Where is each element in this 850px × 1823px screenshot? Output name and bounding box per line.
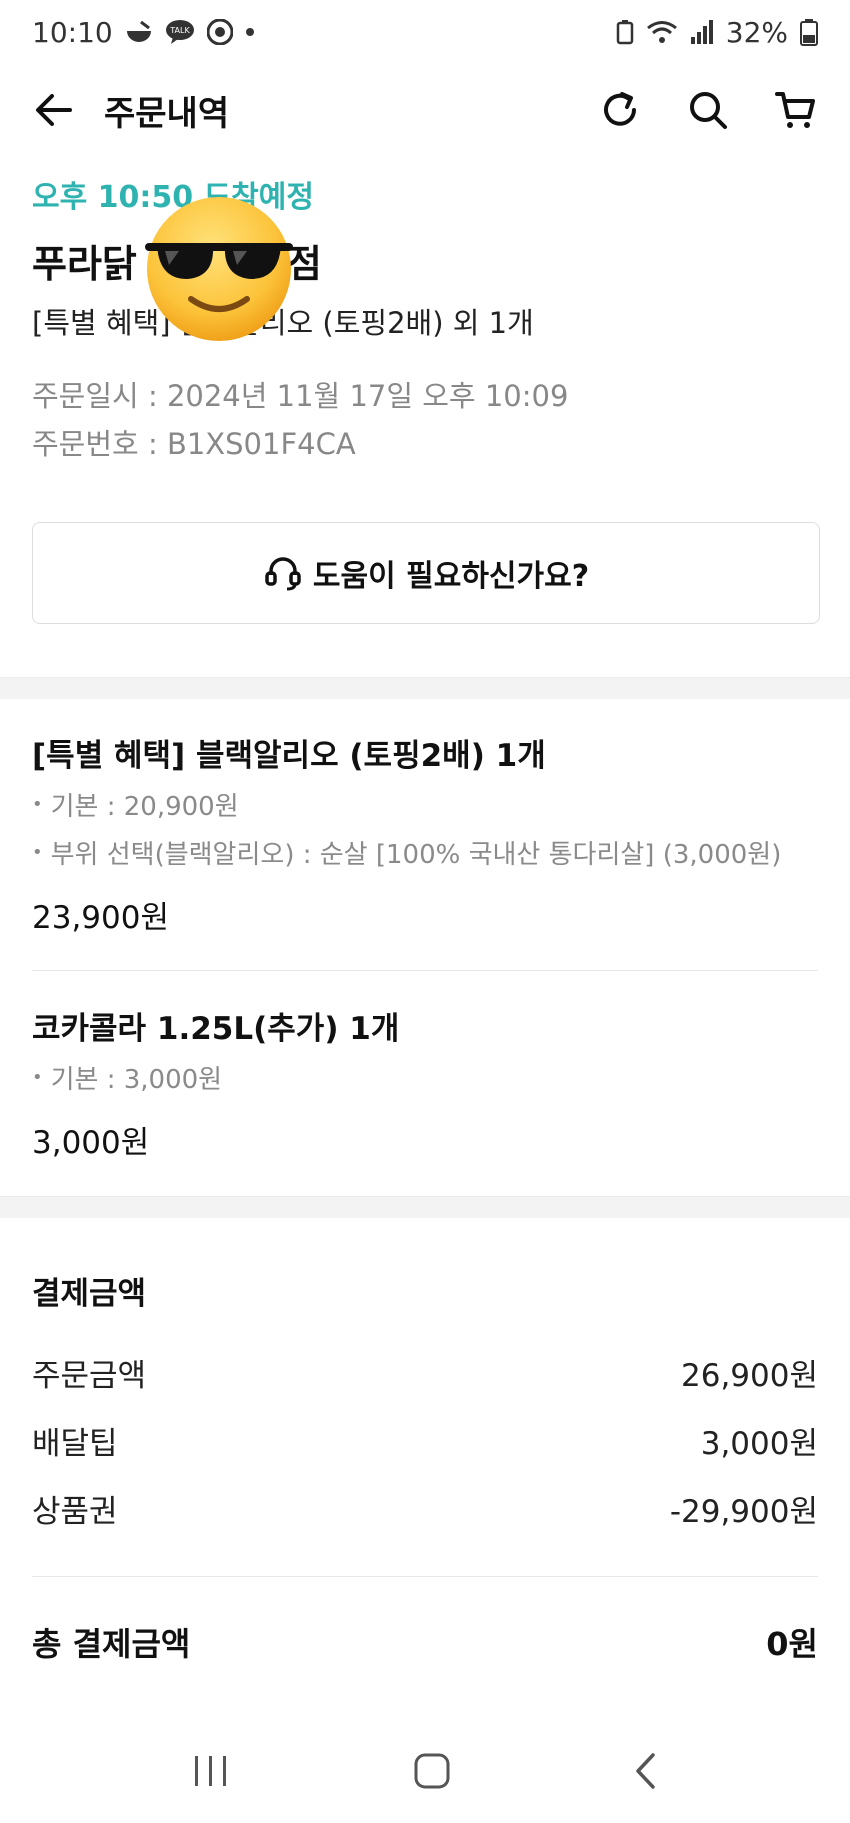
- cart-icon: [775, 92, 815, 128]
- order-time-row: 주문일시 : 2024년 11월 17일 오후 10:09: [32, 372, 818, 420]
- system-back-button[interactable]: [633, 1752, 659, 1794]
- item-name: [특별 혜택] 블랙알리오 (토핑2배) 1개: [32, 737, 546, 774]
- battery-saver-icon: [616, 19, 634, 45]
- battery-percent: 32%: [725, 15, 788, 49]
- home-button[interactable]: [413, 1752, 451, 1794]
- status-bar: 10:10 TALK 32%: [0, 0, 850, 64]
- refresh-button[interactable]: [596, 86, 644, 134]
- payment-row-label: 상품권: [32, 1493, 118, 1530]
- svg-text:TALK: TALK: [169, 26, 190, 35]
- item-option-text: 부위 선택(블랙알리오) : 순살 [100% 국내산 통다리살] (3,000…: [50, 839, 782, 870]
- order-number-row: 주문번호 : B1XS01F4CA: [32, 420, 818, 468]
- help-button-label: 도움이 필요하신가요?: [312, 559, 590, 594]
- item-option-text: 기본 : 20,900원: [50, 791, 239, 822]
- order-meta: 주문일시 : 2024년 11월 17일 오후 10:09 주문번호 : B1X…: [32, 372, 818, 468]
- payment-row-label: 배달팁: [32, 1425, 118, 1462]
- item-option: • 기본 : 20,900원: [32, 780, 818, 828]
- status-time: 10:10: [32, 15, 113, 49]
- bullet-icon: •: [32, 841, 43, 863]
- order-number-label: 주문번호 :: [32, 427, 167, 461]
- talk-notification-icon: TALK: [165, 19, 195, 45]
- order-item: 코카콜라 1.25L(추가) 1개 • 기본 : 3,000원 3,000원: [32, 1001, 818, 1163]
- chevron-left-icon: [636, 1753, 655, 1789]
- bullet-icon: •: [32, 1066, 43, 1088]
- back-button[interactable]: [30, 86, 78, 134]
- refresh-icon: [604, 92, 636, 126]
- app-bar-actions: [596, 86, 820, 134]
- wifi-icon: [646, 19, 678, 45]
- signal-icon: [690, 19, 714, 45]
- item-option: • 부위 선택(블랙알리오) : 순살 [100% 국내산 통다리살] (3,00…: [32, 828, 818, 876]
- payment-row-order-amount: 주문금액 26,900원: [32, 1338, 818, 1406]
- chrome-notification-icon: [206, 19, 233, 45]
- payment-separator: [32, 1576, 818, 1577]
- section-divider: [0, 677, 850, 699]
- order-number: B1XS01F4CA: [166, 427, 356, 461]
- payment-row-value: 3,000원: [700, 1425, 818, 1462]
- search-icon: [690, 92, 727, 129]
- payment-total: 총 결제금액 0원: [32, 1612, 818, 1672]
- total-value: 0원: [766, 1625, 818, 1663]
- recent-apps-button[interactable]: [191, 1754, 231, 1792]
- home-icon: [414, 1753, 450, 1789]
- payment-row-value: 26,900원: [681, 1357, 818, 1394]
- arrow-left-icon: [36, 94, 72, 126]
- cart-button[interactable]: [772, 86, 820, 134]
- item-option-text: 기본 : 3,000원: [50, 1064, 223, 1095]
- help-button[interactable]: 도움이 필요하신가요?: [32, 522, 820, 624]
- page-title: 주문내역: [104, 93, 230, 134]
- payment-row-delivery-tip: 배달팁 3,000원: [32, 1406, 818, 1474]
- order-item: [특별 혜택] 블랙알리오 (토핑2배) 1개 • 기본 : 20,900원 • 부…: [32, 728, 818, 938]
- payment-row-value: -29,900원: [669, 1493, 818, 1530]
- system-nav-bar: [0, 1723, 850, 1823]
- sunglasses-emoji-sticker: [145, 197, 293, 341]
- item-name: 코카콜라 1.25L(추가) 1개: [32, 1010, 400, 1047]
- store-name-start: 푸라닭: [32, 241, 137, 286]
- item-separator: [32, 970, 818, 971]
- item-price: 3,000원: [32, 1124, 150, 1161]
- item-price: 23,900원: [32, 899, 169, 936]
- order-time: 2024년 11월 17일 오후 10:09: [166, 379, 569, 413]
- total-label: 총 결제금액: [32, 1625, 191, 1663]
- item-option: • 기본 : 3,000원: [32, 1053, 818, 1101]
- recent-apps-icon: [195, 1756, 226, 1786]
- status-right: 32%: [616, 16, 818, 49]
- more-notifications-dot-icon: [245, 27, 255, 37]
- payment-row-gift-card: 상품권 -29,900원: [32, 1474, 818, 1542]
- status-left: 10:10 TALK: [32, 16, 255, 49]
- payment-section: 결제금액 주문금액 26,900원 배달팁 3,000원 상품권 -29,900…: [32, 1264, 818, 1542]
- battery-icon: [800, 18, 818, 46]
- headset-icon: [265, 557, 301, 591]
- bowl-notification-icon: [125, 20, 153, 44]
- app-bar: 주문내역: [0, 72, 850, 148]
- bullet-icon: •: [32, 793, 43, 815]
- payment-total-row: 총 결제금액 0원: [32, 1612, 818, 1672]
- search-button[interactable]: [684, 86, 732, 134]
- payment-row-label: 주문금액: [32, 1357, 147, 1394]
- order-time-label: 주문일시 :: [32, 379, 167, 413]
- section-divider: [0, 1196, 850, 1218]
- payment-title: 결제금액: [32, 1275, 147, 1312]
